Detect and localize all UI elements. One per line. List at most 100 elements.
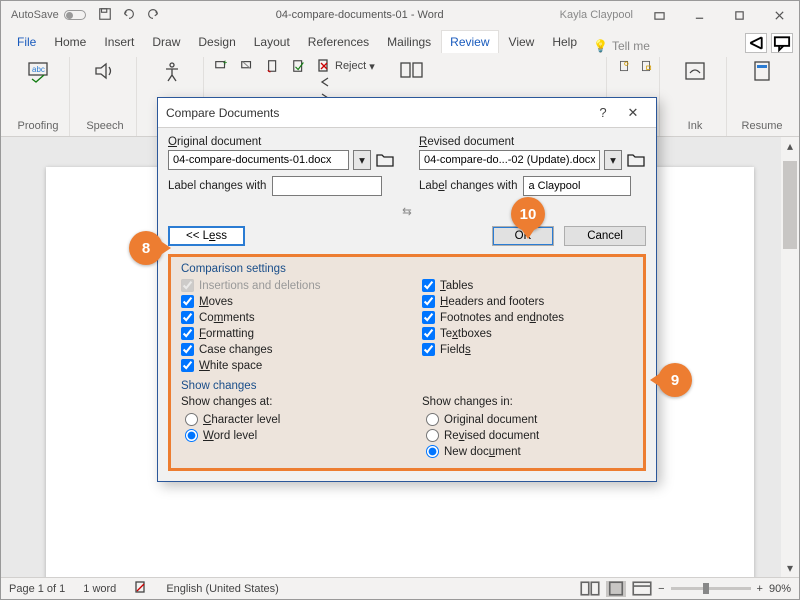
show-changes-label: Show changes	[181, 380, 633, 392]
accept-button[interactable]	[292, 59, 306, 73]
chk-footnotes-endnotes[interactable]: Footnotes and endnotes	[422, 311, 633, 324]
tab-draw[interactable]: Draw	[144, 31, 188, 53]
tab-help[interactable]: Help	[544, 31, 585, 53]
chk-white-space[interactable]: White space	[181, 359, 392, 372]
titlebar: AutoSave 04-compare-documents-01 - Word …	[1, 1, 799, 29]
new-comment-button[interactable]: +	[214, 59, 228, 73]
chk-textboxes[interactable]: Textboxes	[422, 327, 633, 340]
folder-icon[interactable]	[375, 151, 395, 169]
quick-access-toolbar	[98, 7, 160, 24]
revised-document-label: Revised document	[419, 136, 646, 148]
original-document-input[interactable]	[168, 150, 349, 170]
comments-button[interactable]	[771, 33, 793, 53]
chk-formatting[interactable]: Formatting	[181, 327, 392, 340]
callout-8: 8	[129, 231, 163, 265]
accessibility-button[interactable]	[147, 59, 197, 83]
previous-button[interactable]	[318, 75, 375, 89]
redo-icon[interactable]	[146, 7, 160, 24]
print-layout-icon[interactable]	[606, 581, 626, 597]
original-author-input[interactable]	[272, 176, 382, 196]
proofing-errors-icon[interactable]	[134, 580, 148, 597]
tab-view[interactable]: View	[501, 31, 543, 53]
cancel-button[interactable]: Cancel	[564, 226, 646, 246]
radio-character-level[interactable]: Character level	[185, 413, 392, 426]
restrict-editing-button[interactable]	[639, 59, 653, 73]
tab-layout[interactable]: Layout	[246, 31, 298, 53]
chk-fields[interactable]: Fields	[422, 343, 633, 356]
window-title: 04-compare-documents-01 - Word	[160, 9, 560, 21]
tab-design[interactable]: Design	[190, 31, 243, 53]
label-changes-label: Label changes with	[168, 180, 266, 192]
revised-document-dropdown[interactable]: ▾	[604, 150, 622, 170]
radio-word-level[interactable]: Word level	[185, 429, 392, 442]
tab-file[interactable]: File	[9, 31, 44, 53]
revised-author-input[interactable]	[523, 176, 631, 196]
compare-button[interactable]	[387, 59, 437, 83]
group-resume: Resume	[731, 57, 793, 136]
chk-moves[interactable]: Moves	[181, 295, 392, 308]
scroll-down-icon[interactable]: ▾	[783, 561, 797, 575]
spelling-button[interactable]: abc	[13, 59, 63, 83]
bulb-icon: 💡	[593, 39, 608, 53]
compare-dialog: Compare Documents ? ✕ Original document …	[157, 97, 657, 482]
dialog-close-icon[interactable]: ✕	[618, 105, 648, 121]
chk-headers-footers[interactable]: Headers and footers	[422, 295, 633, 308]
dialog-titlebar[interactable]: Compare Documents ? ✕	[158, 98, 656, 128]
share-button[interactable]	[745, 33, 767, 53]
zoom-level[interactable]: 90%	[769, 583, 791, 595]
undo-icon[interactable]	[122, 7, 136, 24]
swap-icon[interactable]: ⇆	[168, 204, 646, 218]
save-icon[interactable]	[98, 7, 112, 24]
maximize-icon[interactable]	[719, 1, 759, 29]
tab-mailings[interactable]: Mailings	[379, 31, 439, 53]
radio-original-document[interactable]: Original document	[426, 413, 633, 426]
radio-revised-document[interactable]: Revised document	[426, 429, 633, 442]
ribbon-display-icon[interactable]	[639, 1, 679, 29]
reject-button[interactable]: Reject ▾	[318, 59, 375, 73]
radio-new-document[interactable]: New document	[426, 445, 633, 458]
chk-tables[interactable]: Tables	[422, 279, 633, 292]
word-count[interactable]: 1 word	[83, 583, 116, 595]
zoom-out-icon[interactable]: −	[658, 583, 664, 595]
track-changes-button[interactable]	[266, 59, 280, 73]
label-changes-label: Label changes with	[419, 180, 517, 192]
zoom-in-icon[interactable]: +	[757, 583, 763, 595]
read-mode-icon[interactable]	[580, 581, 600, 597]
less-button[interactable]: << Less	[168, 226, 245, 246]
resume-assistant-button[interactable]	[737, 59, 787, 83]
read-aloud-button[interactable]	[80, 59, 130, 83]
original-document-label: Original document	[168, 136, 395, 148]
dialog-help-icon[interactable]: ?	[588, 105, 618, 120]
chk-comments[interactable]: Comments	[181, 311, 392, 324]
dialog-title: Compare Documents	[166, 106, 279, 120]
language[interactable]: English (United States)	[166, 583, 279, 595]
original-document-dropdown[interactable]: ▾	[353, 150, 371, 170]
revised-document-input[interactable]	[419, 150, 600, 170]
tab-home[interactable]: Home	[46, 31, 94, 53]
scroll-up-icon[interactable]: ▴	[783, 139, 797, 153]
minimize-icon[interactable]	[679, 1, 719, 29]
ribbon-tabs: File Home Insert Draw Design Layout Refe…	[1, 29, 799, 53]
scrollbar-thumb[interactable]	[783, 161, 797, 249]
web-layout-icon[interactable]	[632, 581, 652, 597]
folder-icon[interactable]	[626, 151, 646, 169]
delete-comment-button[interactable]	[240, 59, 254, 73]
callout-10: 10	[511, 197, 545, 231]
toggle-off-icon	[64, 10, 86, 20]
tab-review[interactable]: Review	[441, 30, 498, 53]
group-speech: Speech	[74, 57, 137, 136]
tell-me[interactable]: 💡 Tell me	[593, 39, 650, 53]
vertical-scrollbar[interactable]: ▴ ▾	[781, 137, 799, 577]
tab-insert[interactable]: Insert	[96, 31, 142, 53]
close-icon[interactable]	[759, 1, 799, 29]
group-ink: Ink	[664, 57, 727, 136]
autosave-toggle[interactable]: AutoSave	[11, 9, 86, 21]
chk-case-changes[interactable]: Case changes	[181, 343, 392, 356]
zoom-slider[interactable]	[671, 587, 751, 590]
user-name: Kayla Claypool	[560, 9, 633, 21]
tab-references[interactable]: References	[300, 31, 377, 53]
page-indicator[interactable]: Page 1 of 1	[9, 583, 65, 595]
block-authors-button[interactable]	[617, 59, 631, 73]
hide-ink-button[interactable]	[670, 59, 720, 83]
show-changes-in-label: Show changes in:	[422, 396, 633, 408]
